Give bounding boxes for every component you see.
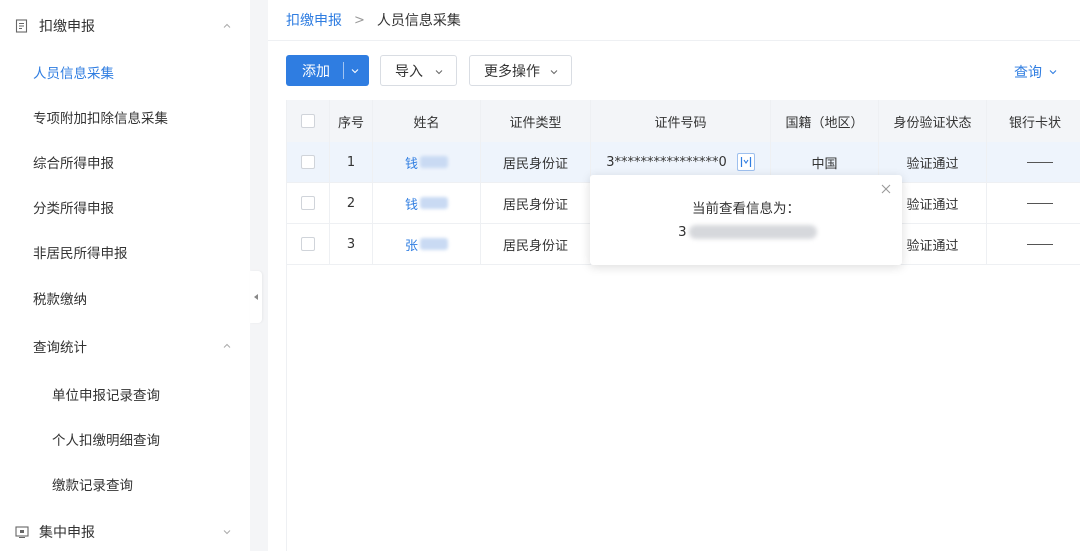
redacted-mask bbox=[420, 238, 448, 250]
sidebar-subitem-label: 个人扣缴明细查询 bbox=[52, 433, 160, 449]
sidebar-item-label: 专项附加扣除信息采集 bbox=[33, 111, 168, 127]
query-label: 查询 bbox=[1014, 65, 1042, 81]
sidebar-item-query-stats[interactable]: 查询统计 bbox=[0, 326, 250, 366]
breadcrumb: 扣缴申报 > 人员信息采集 bbox=[286, 10, 461, 30]
sidebar-item-label: 综合所得申报 bbox=[33, 156, 114, 172]
add-button-label: 添加 bbox=[302, 63, 330, 80]
row-name[interactable]: 钱 bbox=[373, 183, 481, 223]
row-id-type: 居民身份证 bbox=[481, 183, 591, 223]
sidebar-item-special-deduction[interactable]: 专项附加扣除信息采集 bbox=[0, 97, 250, 137]
sidebar-item-label: 非居民所得申报 bbox=[33, 246, 128, 262]
sidebar-group-centralized[interactable]: 集中申报 bbox=[0, 510, 250, 551]
sidebar-subitem-label: 单位申报记录查询 bbox=[52, 388, 160, 404]
header-cell: 证件类型 bbox=[481, 100, 591, 142]
header-cell: 序号 bbox=[330, 100, 373, 142]
redacted-mask bbox=[420, 197, 448, 209]
sidebar: 扣缴申报 人员信息采集 专项附加扣除信息采集 综合所得申报 分类所得申报 非居民… bbox=[0, 0, 250, 551]
import-button-label: 导入 bbox=[395, 63, 423, 80]
row-id-type: 居民身份证 bbox=[481, 142, 591, 182]
sidebar-item-label: 人员信息采集 bbox=[33, 66, 114, 82]
chevron-down-icon bbox=[1049, 70, 1057, 75]
select-all-checkbox[interactable] bbox=[301, 114, 315, 128]
row-checkbox[interactable] bbox=[301, 196, 315, 210]
sidebar-collapse-handle[interactable] bbox=[250, 271, 262, 323]
row-id-number-text: 3****************0 bbox=[606, 154, 727, 170]
header-cell: 国籍（地区） bbox=[771, 100, 879, 142]
popover-title: 当前查看信息为： bbox=[692, 201, 800, 217]
personnel-table: 序号 姓名 证件类型 证件号码 国籍（地区） 身份验证状态 银行卡状 1 钱 居… bbox=[286, 100, 1080, 551]
breadcrumb-separator: > bbox=[354, 12, 365, 28]
breadcrumb-current: 人员信息采集 bbox=[376, 13, 461, 29]
document-icon bbox=[15, 19, 28, 33]
header-cell: 姓名 bbox=[373, 100, 481, 142]
row-index: 1 bbox=[330, 142, 373, 182]
chevron-up-icon bbox=[223, 23, 231, 28]
popover-value: 3 bbox=[678, 224, 817, 240]
sidebar-item-label: 查询统计 bbox=[33, 340, 87, 356]
add-button[interactable]: 添加 bbox=[286, 55, 369, 86]
redacted-mask bbox=[688, 225, 817, 239]
table-header: 序号 姓名 证件类型 证件号码 国籍（地区） 身份验证状态 银行卡状 bbox=[287, 100, 1080, 142]
popover-value-prefix: 3 bbox=[678, 224, 687, 240]
app-root: 扣缴申报 人员信息采集 专项附加扣除信息采集 综合所得申报 分类所得申报 非居民… bbox=[0, 0, 1080, 551]
row-name-text[interactable]: 张 bbox=[405, 235, 418, 254]
sidebar-item-comprehensive-income[interactable]: 综合所得申报 bbox=[0, 142, 250, 182]
screen-icon bbox=[15, 526, 29, 538]
row-name-text[interactable]: 钱 bbox=[405, 194, 418, 213]
chevron-up-icon bbox=[223, 343, 231, 348]
sidebar-subitem-label: 缴款记录查询 bbox=[52, 478, 133, 494]
close-icon[interactable] bbox=[880, 183, 892, 195]
sidebar-group-label: 集中申报 bbox=[39, 525, 95, 541]
header-divider bbox=[268, 40, 1080, 41]
chevron-down-icon[interactable] bbox=[350, 66, 360, 76]
row-checkbox[interactable] bbox=[301, 237, 315, 251]
chevron-down-icon bbox=[435, 70, 443, 75]
query-toggle[interactable]: 查询 bbox=[1014, 62, 1058, 82]
empty-dash bbox=[1027, 243, 1053, 245]
row-select[interactable] bbox=[287, 142, 330, 182]
sidebar-item-tax-payment[interactable]: 税款缴纳 bbox=[0, 278, 250, 318]
row-name[interactable]: 张 bbox=[373, 224, 481, 264]
chevron-down-icon bbox=[550, 70, 558, 75]
sidebar-item-nonresident-income[interactable]: 非居民所得申报 bbox=[0, 232, 250, 272]
more-actions-button[interactable]: 更多操作 bbox=[469, 55, 572, 86]
add-button-divider bbox=[343, 62, 344, 79]
sidebar-subitem-personal-details[interactable]: 个人扣缴明细查询 bbox=[0, 419, 250, 459]
header-cell: 银行卡状 bbox=[1009, 115, 1062, 131]
view-full-id-icon[interactable] bbox=[736, 153, 755, 171]
more-actions-label: 更多操作 bbox=[484, 63, 540, 80]
row-bank-status bbox=[987, 224, 1080, 264]
sidebar-subitem-unit-records[interactable]: 单位申报记录查询 bbox=[0, 374, 250, 414]
import-button[interactable]: 导入 bbox=[380, 55, 457, 86]
sidebar-group-withholding[interactable]: 扣缴申报 bbox=[0, 4, 250, 48]
sidebar-subitem-payment-records[interactable]: 缴款记录查询 bbox=[0, 464, 250, 504]
sidebar-item-label: 分类所得申报 bbox=[33, 201, 114, 217]
main-panel: 扣缴申报 > 人员信息采集 添加 导入 更多操作 查询 序号 姓名 证件类型 证… bbox=[268, 0, 1080, 551]
chevron-down-icon bbox=[223, 530, 231, 535]
row-select[interactable] bbox=[287, 183, 330, 223]
row-select[interactable] bbox=[287, 224, 330, 264]
sidebar-item-label: 税款缴纳 bbox=[33, 292, 87, 308]
empty-dash bbox=[1027, 202, 1053, 204]
sidebar-item-classified-income[interactable]: 分类所得申报 bbox=[0, 187, 250, 227]
empty-dash bbox=[1027, 161, 1053, 163]
row-index: 3 bbox=[330, 224, 373, 264]
redacted-mask bbox=[420, 156, 448, 168]
id-preview-popover: 当前查看信息为： 3 bbox=[590, 175, 902, 265]
row-bank-status bbox=[987, 183, 1080, 223]
header-select-all[interactable] bbox=[287, 100, 330, 142]
row-name[interactable]: 钱 bbox=[373, 142, 481, 182]
row-id-type: 居民身份证 bbox=[481, 224, 591, 264]
sidebar-item-personnel-info[interactable]: 人员信息采集 bbox=[0, 52, 250, 92]
header-cell: 证件号码 bbox=[591, 100, 771, 142]
caret-left-icon bbox=[254, 294, 258, 300]
row-name-text[interactable]: 钱 bbox=[405, 153, 418, 172]
row-index: 2 bbox=[330, 183, 373, 223]
breadcrumb-parent-link[interactable]: 扣缴申报 bbox=[286, 10, 342, 30]
sidebar-group-label: 扣缴申报 bbox=[39, 19, 95, 35]
row-checkbox[interactable] bbox=[301, 155, 315, 169]
row-bank-status bbox=[987, 142, 1080, 182]
header-cell: 身份验证状态 bbox=[879, 100, 987, 142]
